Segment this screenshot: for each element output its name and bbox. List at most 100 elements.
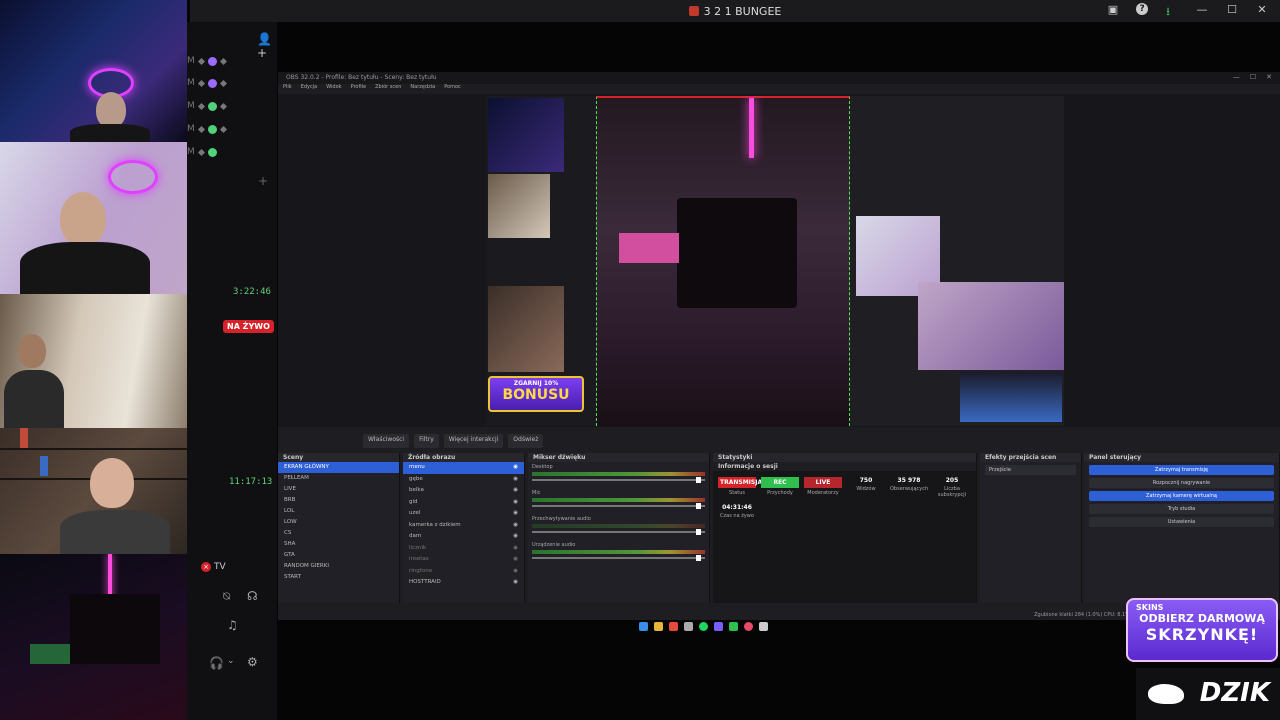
scene-item[interactable]: LOL [278,506,399,517]
stop-virtual-camera-button[interactable]: Zatrzymaj kamerę wirtualną [1089,491,1274,501]
scene-item[interactable]: EKRAN GŁÓWNY [278,462,399,473]
preview-canvas[interactable]: ZGARNIJ 10% BONUSU [486,96,1064,426]
stat-value: 04:31:46 [722,504,752,511]
menu-item-tools[interactable]: Narzędzia [410,84,435,94]
soundboard-icon[interactable]: ♫ [227,618,238,632]
volume-slider[interactable] [532,555,705,561]
add-user-icon[interactable]: 👤+ [257,32,277,60]
eye-icon[interactable]: ◉ [513,499,518,507]
scene-item[interactable]: PEŁLEAM [278,473,399,484]
filters-button[interactable]: Filtry [414,434,439,448]
voice-user-row[interactable]: M [187,147,217,157]
discord-icon[interactable] [713,622,723,631]
stat-tile: REC Przychody [761,477,799,498]
source-label: licznik [409,544,427,551]
voice-user-row[interactable]: M [187,124,227,134]
eye-icon[interactable]: ◉ [513,568,518,576]
scene-item[interactable]: CS [278,528,399,539]
source-item[interactable]: gid ◉ [403,497,524,509]
eye-icon[interactable]: ◉ [513,556,518,564]
source-item[interactable]: gębe ◉ [403,474,524,486]
menu-item-profile[interactable]: Profile [351,84,367,94]
gear-icon[interactable]: ⚙ [247,655,258,669]
source-item[interactable]: kamerka z dzikiem ◉ [403,520,524,532]
source-item[interactable]: licznik ◉ [403,543,524,555]
obs-minimize-button[interactable]: — [1233,73,1240,81]
close-button[interactable]: ✕ [1254,3,1270,16]
eye-icon[interactable]: ◉ [513,510,518,518]
eye-icon[interactable]: ◉ [513,545,518,553]
settings-button[interactable]: Ustawienia [1089,517,1274,527]
source-item[interactable]: menu ◉ [403,462,524,474]
obs-window-controls: — ☐ ✕ [1233,73,1272,81]
frame-icon[interactable]: ▣ [1108,3,1118,22]
obs-close-button[interactable]: ✕ [1266,73,1272,81]
tv-label: TV [214,562,226,572]
stat-value: 35 978 [897,477,921,484]
scene-item[interactable]: LIVE [278,484,399,495]
eye-icon[interactable]: ◉ [513,533,518,541]
source-item[interactable]: uzel ◉ [403,508,524,520]
obs-icon[interactable] [743,622,753,631]
controls-title: Panel sterujący [1084,453,1279,462]
eye-icon[interactable]: ◉ [513,487,518,495]
app-icon[interactable] [758,622,768,631]
menu-item-view[interactable]: Widok [326,84,341,94]
voice-user-row[interactable]: M [187,78,227,88]
menu-item-edit[interactable]: Edycja [301,84,318,94]
properties-button[interactable]: Właściwości [363,434,410,448]
transitions-panel: Efekty przejścia scen Przejście [980,453,1082,603]
headphones-icon[interactable]: 🎧 [209,656,224,670]
app-icon[interactable] [683,622,693,631]
interact-button[interactable]: Więcej interakcji [443,434,504,448]
voice-user-row[interactable]: M [187,101,227,111]
eye-icon[interactable]: ◉ [513,579,518,587]
stat-value: TRANSMISJA [718,477,763,488]
menu-item-scene-collection[interactable]: Zbiór scen [375,84,401,94]
notification-badge: × [201,562,211,572]
scene-item[interactable]: RANDOM GIERKI [278,561,399,572]
scene-item[interactable]: SHA [278,539,399,550]
maximize-button[interactable]: ☐ [1224,3,1240,16]
scene-item[interactable]: GTA [278,550,399,561]
folder-icon[interactable] [653,622,663,631]
start-recording-button[interactable]: Rozpocznij nagrywanie [1089,478,1274,488]
bonus-banner: ZGARNIJ 10% BONUSU [488,376,584,412]
source-item[interactable]: insetas ◉ [403,554,524,566]
eye-icon[interactable]: ◉ [513,464,518,472]
source-label: gid [409,498,418,505]
obs-maximize-button[interactable]: ☐ [1250,73,1256,81]
stat-value: LIVE [804,477,842,488]
transition-select[interactable]: Przejście [985,465,1076,475]
download-icon[interactable]: ⭳ [1166,3,1170,22]
minimize-button[interactable]: — [1194,3,1210,16]
scene-item[interactable]: BRB [278,495,399,506]
stop-stream-button[interactable]: Zatrzymaj transmisję [1089,465,1274,475]
eye-icon[interactable]: ◉ [513,522,518,530]
source-item[interactable]: dam ◉ [403,531,524,543]
source-item[interactable]: HOSTTRAID ◉ [403,577,524,589]
volume-slider[interactable] [532,503,705,509]
app-icon[interactable] [728,622,738,631]
scene-item[interactable]: START [278,572,399,583]
help-icon[interactable]: ? [1136,3,1149,15]
volume-slider[interactable] [532,477,705,483]
start-icon[interactable] [638,622,648,631]
source-label: gębe [409,475,423,482]
source-item[interactable]: ringtone ◉ [403,566,524,578]
spotify-icon[interactable] [698,622,708,631]
volume-slider[interactable] [532,529,705,535]
headset-icon[interactable]: ☊ [247,589,258,603]
menu-item-file[interactable]: Plik [283,84,292,94]
chevron-down-icon[interactable]: ⌄ [227,656,235,666]
studio-mode-button[interactable]: Tryb studia [1089,504,1274,514]
mute-icon[interactable]: ⍉ [223,589,230,604]
voice-user-row[interactable]: M [187,56,227,66]
refresh-button[interactable]: Odśwież [508,434,544,448]
plus-icon[interactable]: + [258,174,268,188]
source-item[interactable]: belka ◉ [403,485,524,497]
browser-icon[interactable] [668,622,678,631]
menu-item-help[interactable]: Pomoc [444,84,461,94]
scene-item[interactable]: LOW [278,517,399,528]
eye-icon[interactable]: ◉ [513,476,518,484]
